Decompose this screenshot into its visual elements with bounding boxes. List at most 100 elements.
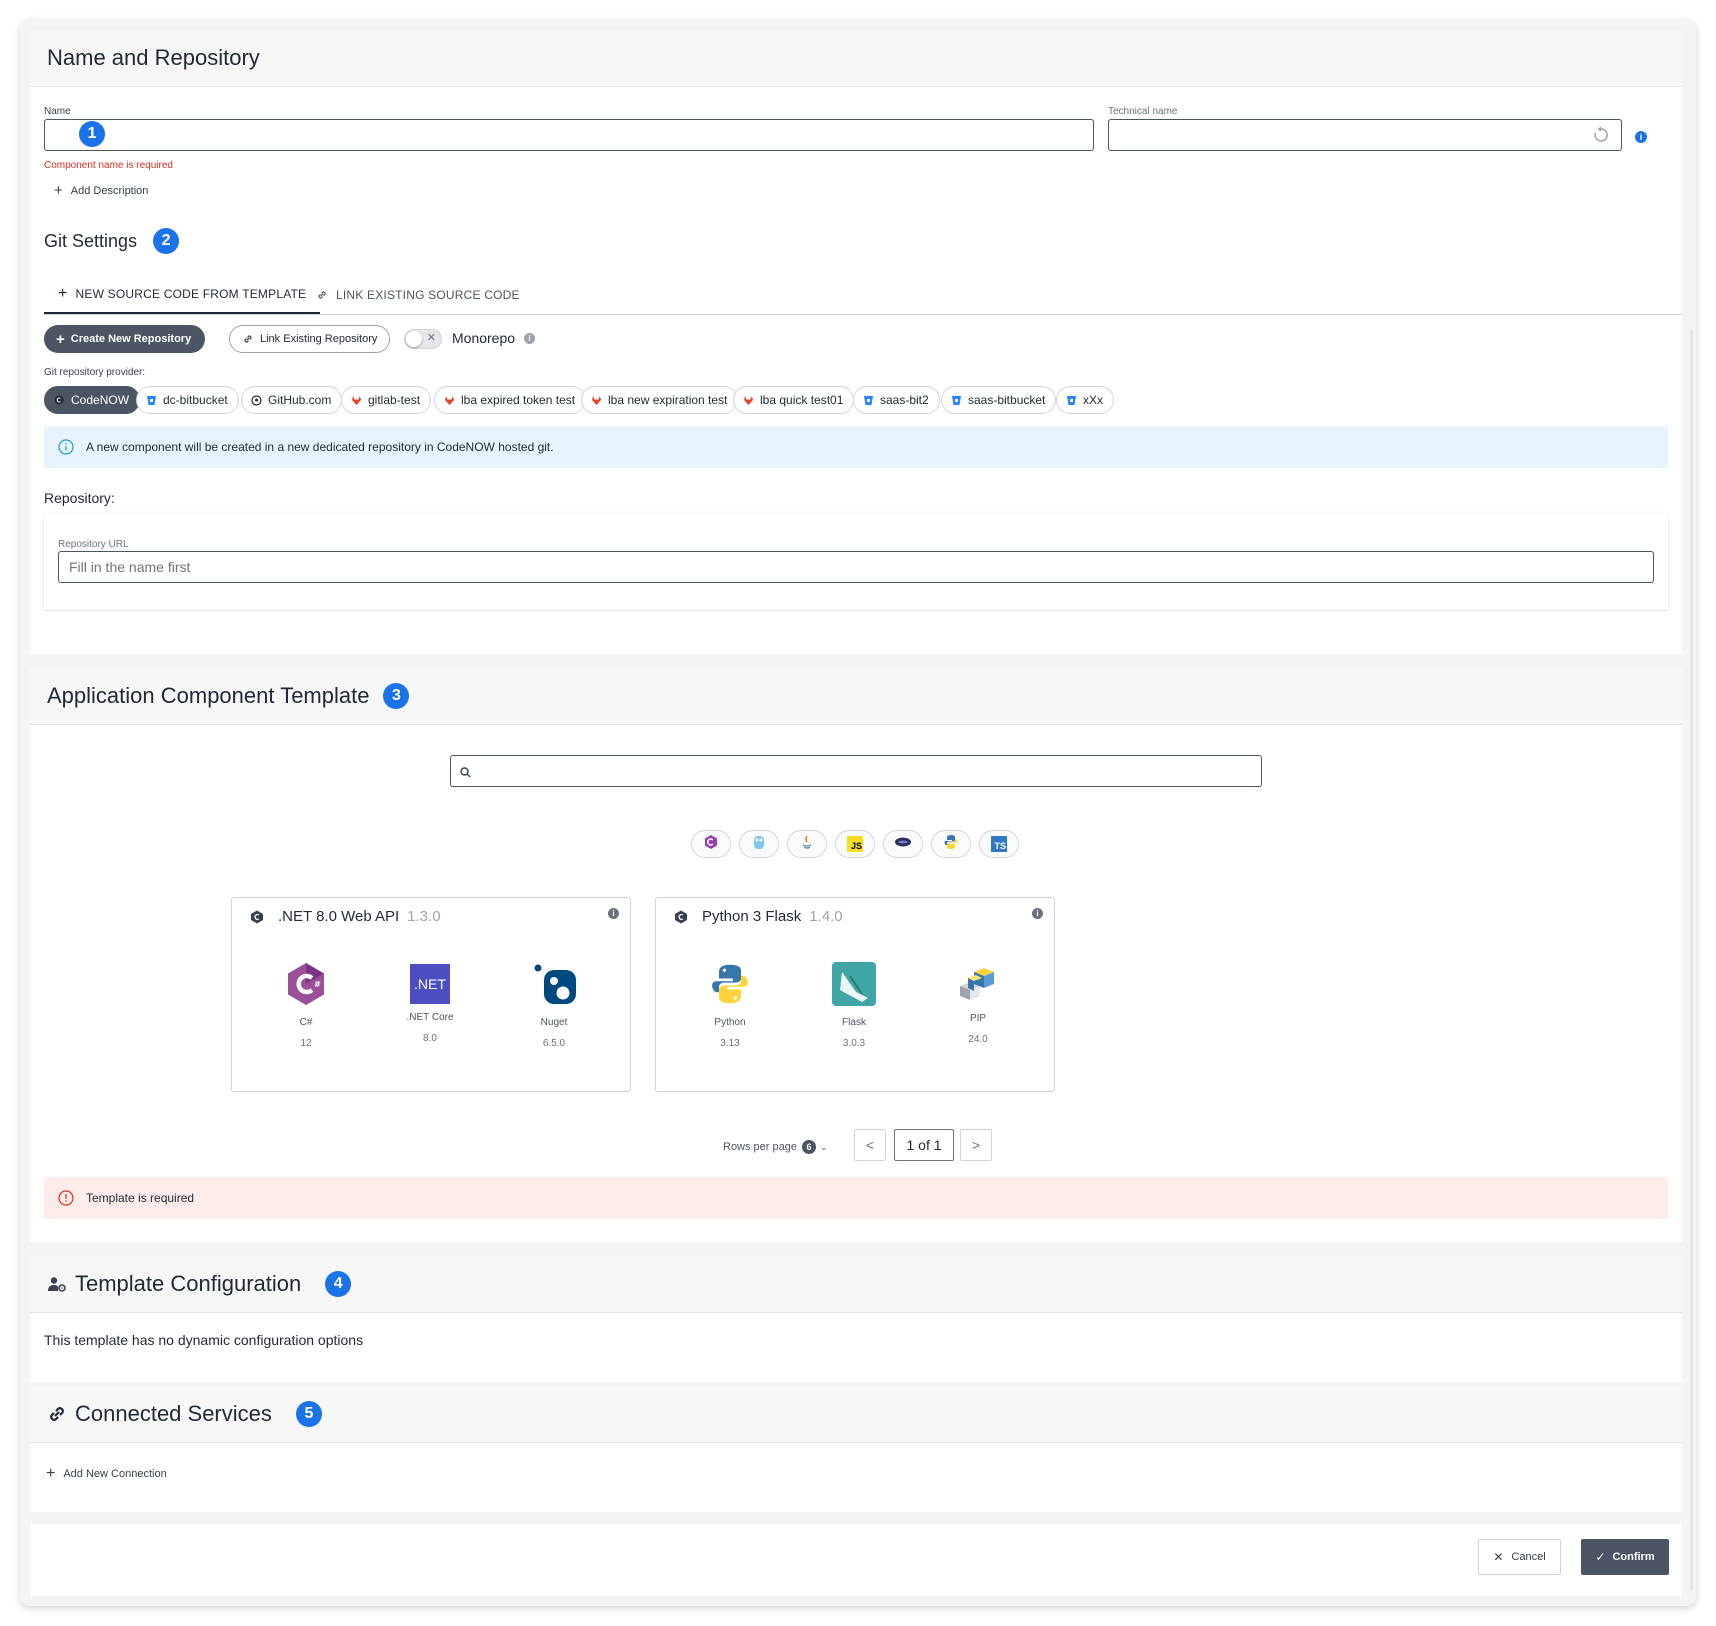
reset-icon[interactable] [1592,126,1610,144]
prev-page-button[interactable]: < [854,1129,886,1161]
tech-item: Python 3.13 [680,962,780,1049]
error-circle-icon [58,1190,74,1206]
scrollbar[interactable] [1690,330,1693,1590]
info-icon[interactable]: i [1635,131,1647,143]
card-info-icon[interactable]: i [608,908,619,919]
provider-chip-xxx[interactable]: xXx [1056,386,1115,414]
python-icon [708,962,752,1006]
provider-chip-list: CodeNOW dc-bitbucket GitHub.com gitlab-t… [44,386,1244,416]
confirm-label: Confirm [1612,1551,1655,1563]
template-card[interactable]: .NET 8.0 Web API 1.3.0 i # C# 12 .NET .NE… [231,897,631,1092]
language-filter-list: JS TS [691,830,1021,858]
cancel-button[interactable]: ✕ Cancel [1478,1539,1561,1575]
plus-icon: + [54,182,63,199]
next-page-button[interactable]: > [960,1129,992,1161]
template-section: Application Component Template 3 JS TS .… [30,668,1682,1242]
repo-url-input[interactable] [58,551,1654,583]
provider-label: GitHub.com [268,393,332,407]
filter-kotlin[interactable] [883,830,923,858]
provider-chip-codenow[interactable]: CodeNOW [44,386,141,414]
provider-chip-lba-expired-token[interactable]: lba expired token test [434,386,587,414]
bitbucket-icon [862,394,874,406]
tech-version: 6.5.0 [542,1038,566,1049]
step-badge-4: 4 [325,1271,352,1297]
provider-chip-github[interactable]: GitHub.com [241,386,343,414]
kotlin-icon [894,835,912,853]
name-repository-section: Name and Repository Name 1 Component nam… [30,30,1682,654]
info-banner: A new component will be created in a new… [44,426,1668,468]
step-badge-1: 1 [79,121,105,147]
provider-chip-dc-bitbucket[interactable]: dc-bitbucket [136,386,239,414]
tech-name: Nuget [540,1017,568,1028]
rows-per-page-label: Rows per page [723,1141,797,1153]
flask-icon [832,962,876,1006]
filter-go[interactable] [739,830,779,858]
template-card-title: Python 3 Flask 1.4.0 [702,908,843,925]
section-title: Connected Services [75,1401,272,1426]
repository-label: Repository: [44,490,115,506]
tech-name: Python [714,1017,746,1028]
provider-chip-saas-bitbucket[interactable]: saas-bitbucket [941,386,1057,414]
filter-typescript[interactable]: TS [979,830,1019,858]
filter-python[interactable] [931,830,971,858]
toggle-knob [406,331,422,347]
config-text: This template has no dynamic configurati… [44,1332,364,1348]
technical-name-input[interactable] [1108,119,1622,151]
filter-csharp[interactable] [691,830,731,858]
card-info-icon[interactable]: i [1032,908,1043,919]
search-icon [460,765,471,783]
git-settings-heading: Git Settings 2 [44,228,180,254]
check-icon: ✓ [1595,1550,1606,1564]
template-name: Python 3 Flask [702,908,802,925]
template-card[interactable]: Python 3 Flask 1.4.0 i Python 3.13 Flask … [655,897,1055,1092]
bitbucket-icon [950,394,962,406]
provider-chip-lba-new-expiration[interactable]: lba new expiration test [581,386,739,414]
provider-chip-gitlab-test[interactable]: gitlab-test [341,386,432,414]
template-error-banner: Template is required [44,1177,1668,1219]
tech-item: PIP 24.0 [928,962,1028,1045]
add-description-button[interactable]: + Add Description [54,183,148,198]
tech-version: 8.0 [423,1033,437,1044]
user-settings-icon [47,1276,67,1292]
tech-version: 24.0 [968,1034,988,1045]
provider-label: xXx [1083,393,1104,407]
confirm-button[interactable]: ✓ Confirm [1581,1539,1669,1575]
create-new-repository-button[interactable]: + Create New Repository [44,325,206,353]
tab-link-existing-code[interactable]: LINK EXISTING SOURCE CODE [306,276,530,314]
link-icon [47,1404,67,1424]
codenow-icon [53,394,65,406]
section-header: Application Component Template 3 [30,668,1682,725]
provider-label: lba quick test01 [760,393,844,407]
template-name: .NET 8.0 Web API [278,908,400,925]
typescript-icon: TS [991,836,1007,852]
filter-javascript[interactable]: JS [835,830,875,858]
rows-per-page-value: 6 [802,1140,816,1154]
rows-per-page[interactable]: Rows per page 6 ⌄ [723,1140,828,1154]
monorepo-info-icon[interactable]: i [524,333,535,344]
tab-label: NEW SOURCE CODE FROM TEMPLATE [75,287,307,301]
provider-label: saas-bitbucket [968,393,1046,407]
nuget-icon [532,962,576,1006]
add-connection-button[interactable]: + Add New Connection [46,1466,167,1482]
tab-new-source-code[interactable]: + NEW SOURCE CODE FROM TEMPLATE [44,276,321,314]
step-badge-5: 5 [295,1401,322,1427]
provider-chip-saas-bit2[interactable]: saas-bit2 [853,386,940,414]
provider-label: lba expired token test [461,393,576,407]
dotnet-icon: .NET [410,964,450,1004]
provider-label: saas-bit2 [880,393,929,407]
csharp-icon: # [286,962,326,1006]
provider-chip-lba-quick-test[interactable]: lba quick test01 [733,386,855,414]
template-logo-icon [250,910,264,929]
monorepo-toggle[interactable]: ✕ [404,329,442,349]
template-search [450,755,1262,787]
tech-version: 12 [300,1038,312,1049]
svg-text:#: # [314,980,321,989]
link-existing-repository-button[interactable]: Link Existing Repository [229,325,391,353]
name-input[interactable] [44,119,1094,151]
gitlab-icon [350,394,362,406]
link-icon [242,333,254,345]
csharp-icon [703,834,719,855]
filter-java[interactable] [787,830,827,858]
template-search-input[interactable] [450,755,1262,787]
python-icon [943,834,959,855]
